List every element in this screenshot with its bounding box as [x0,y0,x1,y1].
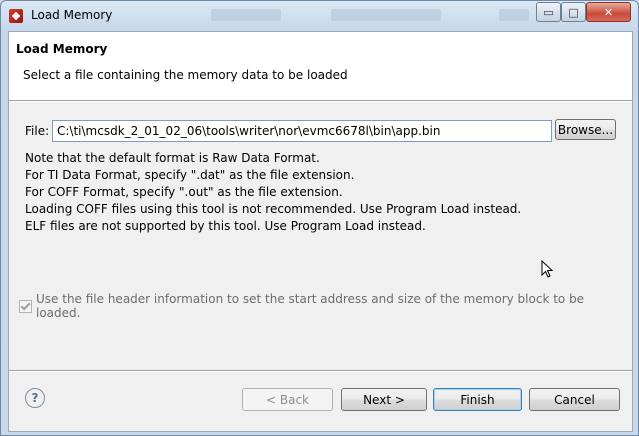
minimize-button[interactable]: ▭ [536,2,561,22]
note-line: Note that the default format is Raw Data… [25,151,320,165]
close-button[interactable]: ✕ [586,2,631,22]
back-button[interactable]: < Back [242,388,333,411]
note-line: For COFF Format, specify ".out" as the f… [25,185,343,199]
note-line: For TI Data Format, specify ".dat" as th… [25,168,355,182]
load-memory-dialog: Load Memory ▭ □ ✕ Load Memory Select a f… [0,0,639,436]
note-line: ELF files are not supported by this tool… [25,219,426,233]
minimize-icon: ▭ [543,5,554,19]
browse-button[interactable]: Browse... [555,119,616,140]
footer-separator [9,370,632,372]
dialog-client-area: Load Memory Select a file containing the… [8,31,633,432]
use-header-option[interactable]: Use the file header information to set t… [19,292,632,320]
wizard-banner: Load Memory Select a file containing the… [9,32,632,101]
note-line: Loading COFF files using this tool is no… [25,202,522,216]
close-icon: ✕ [603,5,614,19]
file-path-input[interactable] [52,120,552,142]
banner-divider [9,101,632,102]
background-blur [331,9,441,21]
mouse-cursor-icon [541,260,554,278]
cancel-button[interactable]: Cancel [529,388,620,411]
maximize-button[interactable]: □ [561,2,586,22]
file-label: File: [25,124,50,138]
finish-button[interactable]: Finish [433,388,522,411]
next-button[interactable]: Next > [341,388,427,411]
help-icon[interactable]: ? [25,388,45,408]
page-title: Load Memory [16,42,108,56]
window-title: Load Memory [31,8,113,22]
format-notes: Note that the default format is Raw Data… [25,150,521,235]
background-blur [499,9,529,21]
background-blur [211,9,281,21]
maximize-icon: □ [568,5,579,19]
title-bar[interactable]: Load Memory ▭ □ ✕ [1,1,638,31]
app-icon [9,9,23,23]
use-header-checkbox[interactable] [19,299,32,313]
page-description: Select a file containing the memory data… [23,68,348,82]
use-header-label: Use the file header information to set t… [36,292,585,320]
